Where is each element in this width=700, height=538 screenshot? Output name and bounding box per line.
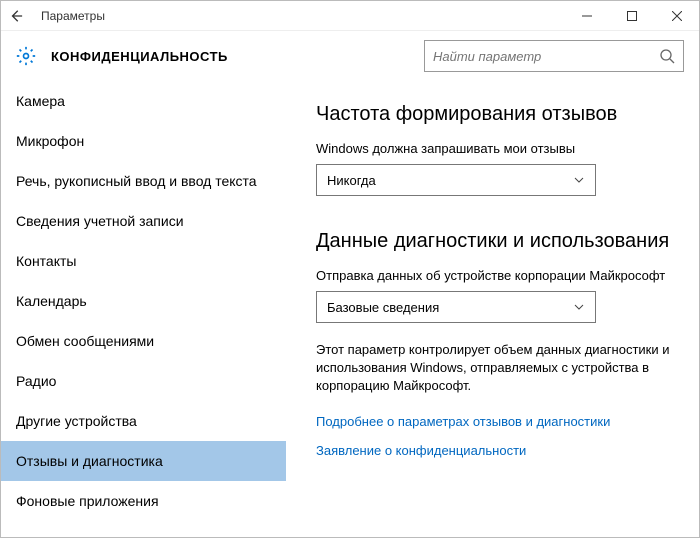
- feedback-frequency-label: Windows должна запрашивать мои отзывы: [316, 141, 674, 156]
- dropdown-value: Базовые сведения: [327, 300, 439, 315]
- sidebar: КамераМикрофонРечь, рукописный ввод и вв…: [1, 81, 286, 537]
- chevron-down-icon: [573, 301, 585, 313]
- content-pane: Частота формирования отзывов Windows дол…: [286, 81, 699, 537]
- maximize-icon: [627, 11, 637, 21]
- gear-icon: [16, 46, 36, 66]
- arrow-left-icon: [9, 9, 23, 23]
- close-button[interactable]: [654, 1, 699, 31]
- search-input[interactable]: [425, 41, 683, 71]
- maximize-button[interactable]: [609, 1, 654, 31]
- sidebar-item[interactable]: Обмен сообщениями: [1, 321, 286, 361]
- sidebar-item[interactable]: Камера: [1, 81, 286, 121]
- sidebar-item[interactable]: Другие устройства: [1, 401, 286, 441]
- section-heading-feedback: Частота формирования отзывов: [316, 101, 674, 127]
- sidebar-item[interactable]: Микрофон: [1, 121, 286, 161]
- sidebar-item[interactable]: Календарь: [1, 281, 286, 321]
- titlebar: Параметры: [1, 1, 699, 31]
- page-title: КОНФИДЕНЦИАЛЬНОСТЬ: [51, 49, 424, 64]
- sidebar-item[interactable]: Контакты: [1, 241, 286, 281]
- link-learn-more[interactable]: Подробнее о параметрах отзывов и диагнос…: [316, 414, 674, 429]
- body: КамераМикрофонРечь, рукописный ввод и вв…: [1, 81, 699, 537]
- sidebar-item[interactable]: Речь, рукописный ввод и ввод текста: [1, 161, 286, 201]
- diagnostics-description: Этот параметр контролирует объем данных …: [316, 341, 674, 396]
- sidebar-item[interactable]: Сведения учетной записи: [1, 201, 286, 241]
- window-title: Параметры: [31, 9, 564, 23]
- chevron-down-icon: [573, 174, 585, 186]
- link-privacy-statement[interactable]: Заявление о конфиденциальности: [316, 443, 674, 458]
- sidebar-item[interactable]: Фоновые приложения: [1, 481, 286, 521]
- back-button[interactable]: [1, 1, 31, 31]
- sidebar-item[interactable]: Радио: [1, 361, 286, 401]
- sidebar-item[interactable]: Отзывы и диагностика: [1, 441, 286, 481]
- minimize-icon: [582, 11, 592, 21]
- diagnostics-label: Отправка данных об устройстве корпорации…: [316, 268, 674, 283]
- feedback-frequency-dropdown[interactable]: Никогда: [316, 164, 596, 196]
- close-icon: [672, 11, 682, 21]
- search-box[interactable]: [424, 40, 684, 72]
- diagnostics-dropdown[interactable]: Базовые сведения: [316, 291, 596, 323]
- window-controls: [564, 1, 699, 31]
- section-heading-diagnostics: Данные диагностики и использования: [316, 228, 674, 254]
- settings-window: Параметры КОНФИДЕНЦИАЛЬНОСТЬ КамераМикро…: [0, 0, 700, 538]
- dropdown-value: Никогда: [327, 173, 376, 188]
- search-icon: [659, 48, 675, 64]
- minimize-button[interactable]: [564, 1, 609, 31]
- header: КОНФИДЕНЦИАЛЬНОСТЬ: [1, 31, 699, 81]
